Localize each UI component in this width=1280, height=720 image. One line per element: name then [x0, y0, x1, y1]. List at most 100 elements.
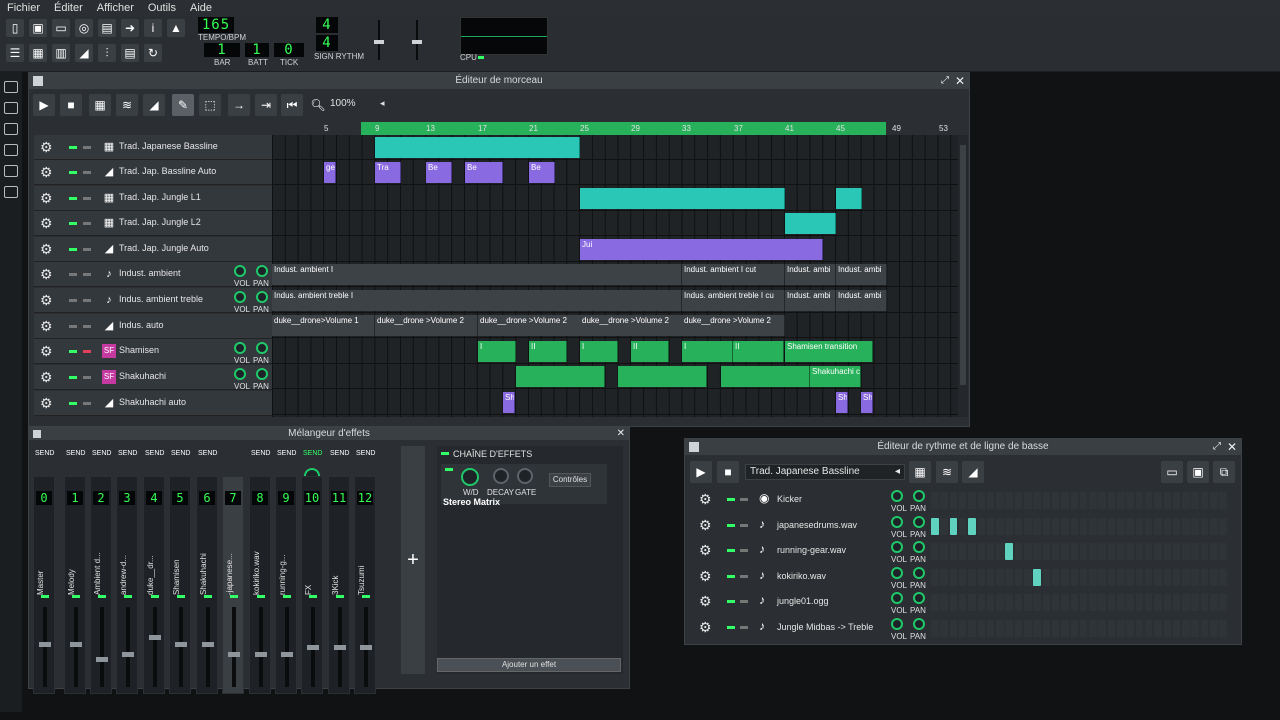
my-projects-icon[interactable] — [4, 102, 18, 114]
mute-toggle[interactable] — [69, 273, 77, 276]
channel-mute[interactable] — [257, 595, 265, 598]
channel-fader[interactable] — [281, 607, 293, 687]
automation-clip[interactable]: duke__drone >Volume 2 — [580, 315, 683, 336]
step-button[interactable] — [1163, 492, 1171, 509]
fader-handle[interactable] — [360, 645, 372, 650]
fader-handle[interactable] — [334, 645, 346, 650]
step-button[interactable] — [986, 543, 995, 560]
step-button[interactable] — [977, 517, 985, 535]
step-button[interactable] — [1089, 619, 1097, 637]
send-button[interactable]: SEND — [330, 450, 349, 457]
step-button[interactable] — [1191, 543, 1199, 560]
channel-fader[interactable] — [39, 607, 51, 687]
step-button[interactable] — [1042, 517, 1051, 535]
add-channel-button[interactable]: + — [401, 446, 425, 674]
step-button[interactable] — [1163, 517, 1171, 535]
pan-knob[interactable] — [913, 566, 925, 579]
step-button[interactable] — [1154, 594, 1162, 611]
mute-toggle[interactable] — [69, 197, 77, 200]
track-name[interactable]: Indus. ambient treble — [119, 294, 203, 304]
step-button[interactable] — [1172, 568, 1181, 586]
zoom-dropdown-icon[interactable]: ◂ — [380, 98, 385, 109]
step-button[interactable] — [968, 594, 976, 611]
pattern-select[interactable]: Trad. Japanese Bassline ◂ — [745, 464, 905, 480]
my-samples-icon[interactable] — [4, 123, 18, 135]
step-button[interactable] — [977, 619, 985, 637]
time-signature-denominator[interactable]: 4 — [316, 35, 338, 51]
window-menu-icon[interactable] — [33, 76, 43, 86]
step-button[interactable] — [931, 517, 939, 535]
pan-knob[interactable] — [256, 291, 268, 303]
step-button[interactable] — [1005, 517, 1013, 535]
track-row[interactable]: ⚙ ◢ Trad. Jap. Bassline Auto — [34, 160, 272, 185]
track-name[interactable]: Indus. auto — [119, 320, 164, 330]
step-button[interactable] — [1042, 543, 1051, 560]
step-button[interactable] — [1191, 619, 1199, 637]
track-row[interactable]: ⚙ ▦ Trad. Jap. Jungle L2 — [34, 211, 272, 236]
step-button[interactable] — [958, 619, 967, 637]
pan-knob[interactable] — [256, 265, 268, 277]
channel-mute[interactable] — [230, 595, 238, 598]
step-button[interactable] — [940, 517, 948, 535]
step-button[interactable] — [1172, 619, 1181, 637]
gear-icon[interactable]: ⚙ — [40, 215, 53, 232]
step-button[interactable] — [1089, 543, 1097, 560]
beat-track-name[interactable]: Kicker — [777, 494, 802, 504]
gear-icon[interactable]: ⚙ — [40, 343, 53, 360]
piano-roll-icon[interactable]: ▥ — [52, 44, 70, 62]
song-grid[interactable]: ge Tra Be Be Be Jui Indust. ambient I In… — [272, 135, 958, 417]
send-button[interactable]: SEND — [92, 450, 111, 457]
step-button[interactable] — [940, 619, 948, 637]
solo-toggle[interactable] — [740, 498, 748, 501]
mixer-channel[interactable]: 12 Tsuzumi — [354, 476, 376, 694]
menu-file[interactable]: Fichier — [7, 2, 40, 14]
step-button[interactable] — [1144, 619, 1153, 637]
step-button[interactable] — [996, 568, 1004, 586]
sample-clip[interactable]: Indust. ambi — [785, 290, 836, 311]
export-icon[interactable]: ➜ — [121, 19, 139, 37]
step-button[interactable] — [977, 568, 985, 586]
step-button[interactable] — [949, 594, 958, 611]
step-button[interactable] — [1042, 568, 1051, 586]
step-button[interactable] — [986, 619, 995, 637]
channel-mute[interactable] — [309, 595, 317, 598]
step-button[interactable] — [996, 543, 1004, 560]
step-button[interactable] — [1070, 492, 1078, 509]
step-button[interactable] — [1033, 594, 1041, 611]
step-button[interactable] — [1172, 543, 1181, 560]
channel-fader[interactable] — [307, 607, 319, 687]
mixer-channel[interactable]: 8 kokiriko.wav — [249, 476, 271, 694]
channel-mute[interactable] — [41, 595, 49, 598]
beat-track-row[interactable]: ⚙ ♪ running-gear.wav VOL PAN — [689, 538, 1244, 564]
step-button[interactable] — [1089, 517, 1097, 535]
beat-track-name[interactable]: jungle01.ogg — [777, 596, 829, 606]
solo-toggle[interactable] — [83, 171, 91, 174]
track-name[interactable]: Trad. Japanese Bassline — [119, 141, 218, 151]
step-button[interactable] — [1200, 517, 1209, 535]
gear-icon[interactable]: ⚙ — [699, 619, 712, 636]
step-button[interactable] — [1117, 543, 1125, 560]
maximize-icon[interactable]: ⤢ — [941, 73, 949, 89]
gear-icon[interactable]: ⚙ — [40, 292, 53, 309]
step-button[interactable] — [1024, 568, 1032, 586]
step-button[interactable] — [1182, 492, 1190, 509]
track-row[interactable]: ⚙ SF Shamisen VOL PAN — [34, 339, 272, 365]
mute-toggle[interactable] — [69, 146, 77, 149]
open-project-icon[interactable]: ▭ — [52, 19, 70, 37]
solo-toggle[interactable] — [83, 248, 91, 251]
step-button[interactable] — [1089, 568, 1097, 586]
track-name[interactable]: Shakuhachi — [119, 371, 166, 381]
step-button[interactable] — [1200, 619, 1209, 637]
step-button[interactable] — [1061, 594, 1069, 611]
step-button[interactable] — [958, 594, 967, 611]
beat-track-row[interactable]: ⚙ ♪ kokiriko.wav VOL PAN — [689, 564, 1244, 590]
step-button[interactable] — [1070, 594, 1078, 611]
instrument-plugins-icon[interactable] — [4, 81, 18, 93]
solo-toggle[interactable] — [740, 625, 748, 629]
beat-track-name[interactable]: running-gear.wav — [777, 545, 846, 555]
sample-clip[interactable]: Indust. ambi — [785, 264, 836, 285]
step-button[interactable] — [949, 543, 958, 560]
step-button[interactable] — [1098, 492, 1106, 509]
automation-clip[interactable]: Be — [465, 162, 503, 183]
beat-pattern-clip[interactable] — [375, 137, 580, 158]
